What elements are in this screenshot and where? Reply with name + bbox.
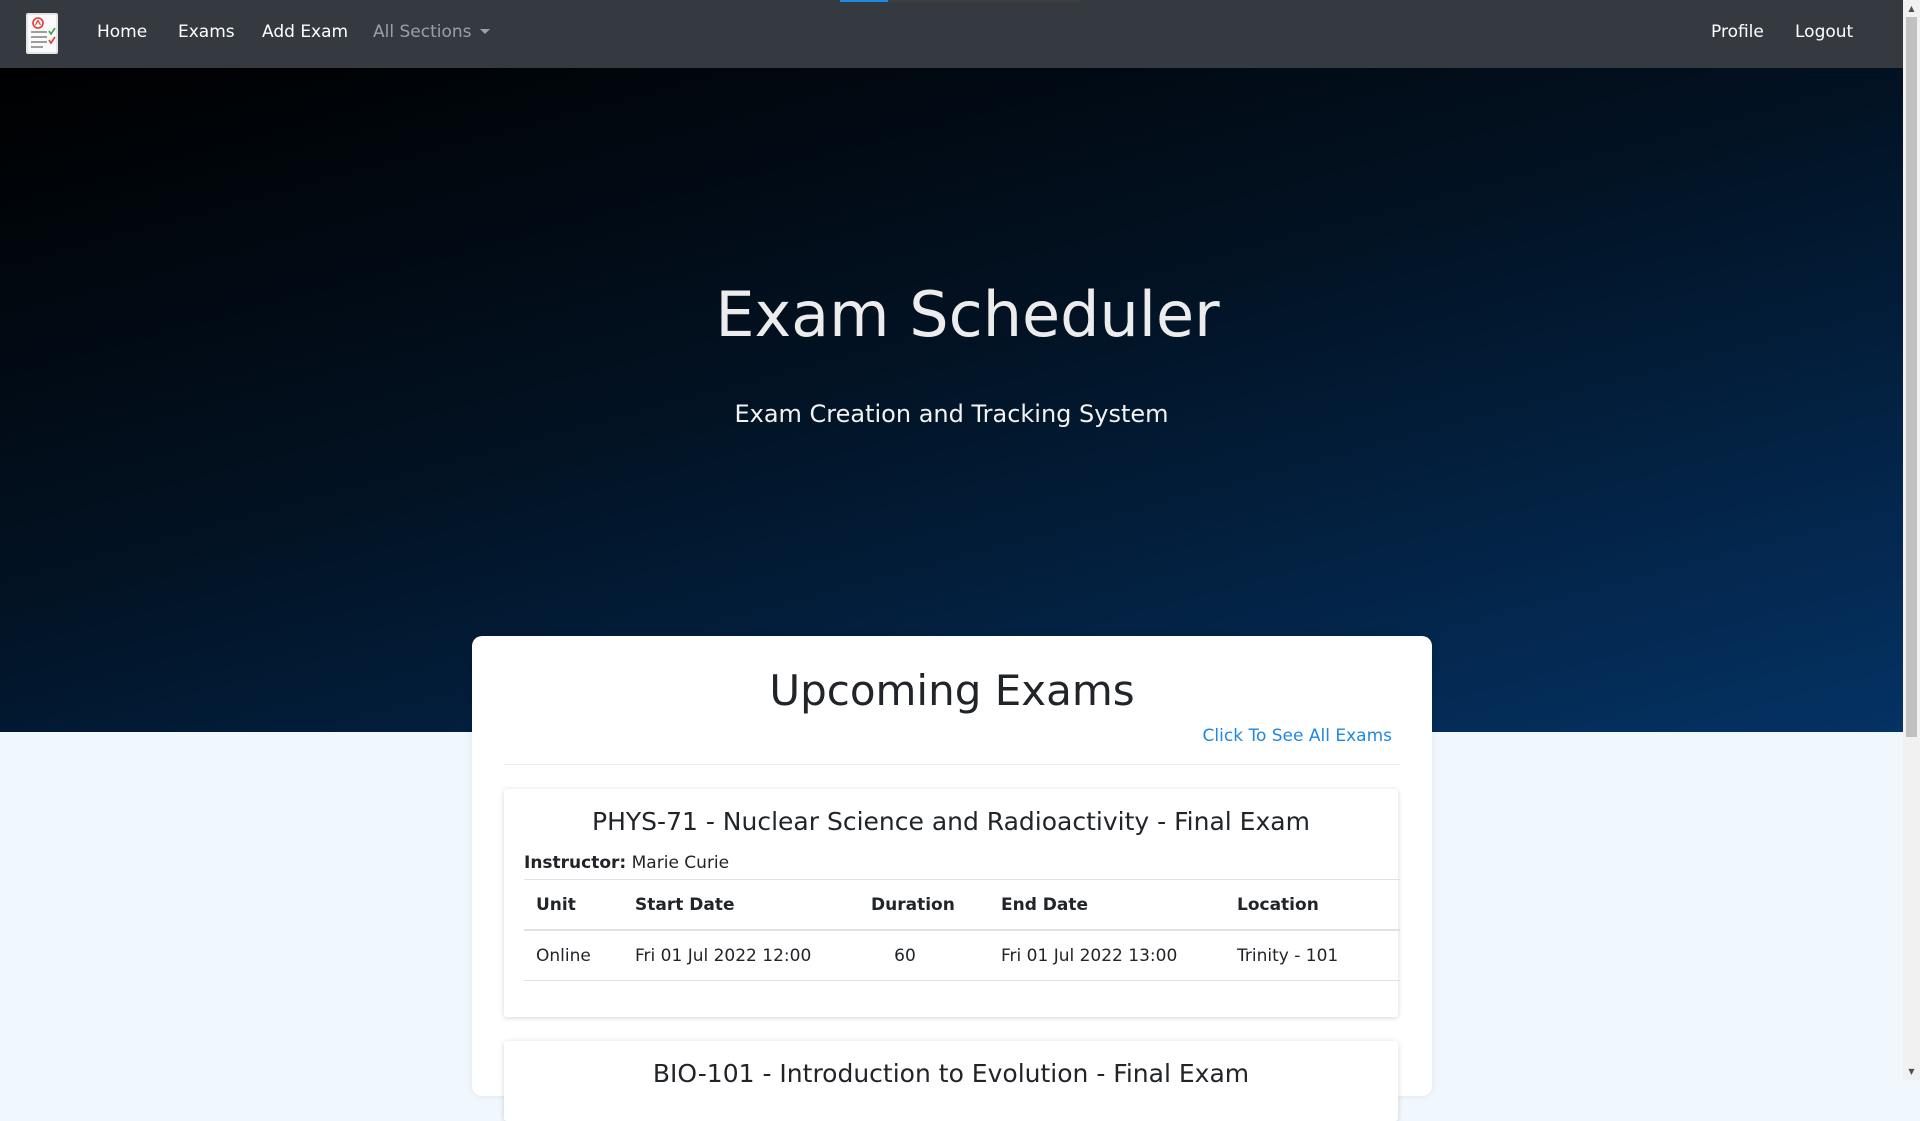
page-scrollbar[interactable]: ▲ ▼ [1903, 0, 1920, 1080]
hero-title: Exam Scheduler [715, 278, 1220, 351]
nav-profile-link[interactable]: Profile [1711, 22, 1764, 42]
scrollbar-thumb[interactable] [1906, 17, 1917, 737]
nav-logout-link[interactable]: Logout [1795, 22, 1853, 42]
caret-down-icon [479, 29, 490, 34]
exam-instructor: Instructor: Marie Curie [524, 853, 729, 873]
cell-location: Trinity - 101 [1225, 929, 1400, 981]
instructor-label: Instructor: [524, 853, 627, 873]
column-header-duration: Duration [859, 879, 989, 931]
hero-subtitle: Exam Creation and Tracking System [734, 400, 1169, 428]
exam-title: BIO-101 - Introduction to Evolution - Fi… [652, 1059, 1250, 1088]
nav-exams-link[interactable]: Exams [178, 22, 235, 42]
instructor-name: Marie Curie [631, 853, 730, 873]
exam-document-logo-icon[interactable] [26, 13, 58, 54]
arrow-up-icon[interactable]: ▲ [1903, 0, 1920, 17]
nav-all-sections-label: All Sections [373, 22, 472, 42]
cell-duration: 60 [859, 929, 989, 981]
hero-banner: Exam Scheduler Exam Creation and Trackin… [0, 68, 1903, 732]
arrow-down-icon[interactable]: ▼ [1903, 1063, 1920, 1080]
column-header-start-date: Start Date [623, 879, 859, 931]
table-row: Online Fri 01 Jul 2022 12:00 60 Fri 01 J… [524, 929, 1400, 981]
cell-end-date: Fri 01 Jul 2022 13:00 [989, 929, 1225, 981]
column-header-end-date: End Date [989, 879, 1225, 931]
cell-unit: Online [524, 929, 623, 981]
cell-start-date: Fri 01 Jul 2022 12:00 [623, 929, 859, 981]
column-header-unit: Unit [524, 879, 623, 931]
page-load-progress-fill [840, 0, 888, 2]
page-load-progress [840, 0, 1080, 2]
card-divider [504, 764, 1400, 765]
table-header-row: Unit Start Date Duration End Date Locati… [524, 879, 1400, 931]
column-header-location: Location [1225, 879, 1400, 931]
exam-card: PHYS-71 - Nuclear Science and Radioactiv… [504, 789, 1400, 1017]
exam-document-logo-svg [26, 13, 58, 54]
see-all-exams-link[interactable]: Click To See All Exams [1203, 726, 1392, 746]
exam-details-table: Unit Start Date Duration End Date Locati… [524, 879, 1400, 981]
upcoming-exams-heading: Upcoming Exams [769, 666, 1135, 715]
nav-home-link[interactable]: Home [97, 22, 147, 42]
exam-card: BIO-101 - Introduction to Evolution - Fi… [504, 1041, 1398, 1121]
upcoming-exams-card: Upcoming Exams Click To See All Exams PH… [472, 636, 1432, 1121]
nav-all-sections-dropdown[interactable]: All Sections [373, 22, 490, 42]
top-navbar: Home Exams Add Exam All Sections Profile… [0, 0, 1903, 68]
nav-add-exam-link[interactable]: Add Exam [262, 22, 348, 42]
exam-title: PHYS-71 - Nuclear Science and Radioactiv… [592, 807, 1310, 836]
